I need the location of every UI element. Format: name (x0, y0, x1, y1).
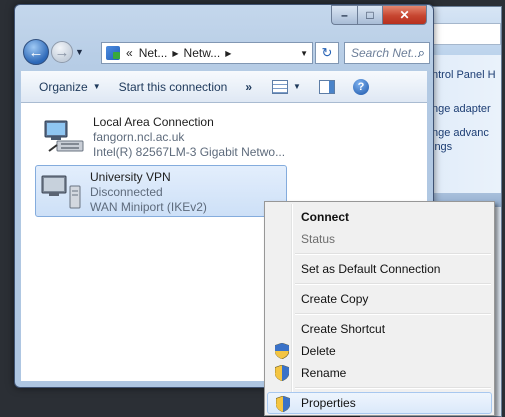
menu-item-label: Create Copy (301, 292, 369, 306)
maximize-button[interactable]: □ (357, 5, 383, 25)
minimize-button[interactable]: – (331, 5, 357, 25)
uac-shield-icon (275, 365, 289, 381)
minimize-icon: – (341, 8, 348, 22)
connection-name: Local Area Connection (93, 115, 214, 129)
change-view-button[interactable]: ▼ (272, 79, 301, 94)
breadcrumb-network-connections[interactable]: Netw... (184, 46, 221, 60)
menu-item-connect[interactable]: Connect (267, 206, 492, 228)
menu-item-label: Set as Default Connection (301, 262, 441, 276)
menu-item-label: Create Shortcut (301, 322, 386, 336)
start-connection-label: Start this connection (118, 79, 228, 94)
connection-name: University VPN (90, 170, 171, 184)
menu-item-delete[interactable]: Delete (267, 340, 492, 362)
list-item-university-vpn[interactable]: University VPN Disconnected WAN Miniport… (35, 165, 287, 217)
background-link-change-adapter[interactable]: nge adapter (432, 103, 491, 115)
breadcrumb-separator-icon[interactable]: ▶ (172, 49, 178, 58)
refresh-icon: ↻ (321, 45, 333, 60)
more-commands-label: » (245, 79, 253, 94)
connection-status: Disconnected (90, 185, 163, 199)
forward-button[interactable]: → (51, 41, 73, 63)
command-bar: Organize ▼ Start this connection » ▼ ? (21, 71, 427, 103)
context-menu: Connect Status Set as Default Connection… (264, 201, 495, 416)
vpn-connection-icon (41, 175, 81, 209)
menu-item-status: Status (267, 228, 492, 250)
address-bar[interactable]: « Net... ▶ Netw... ▶ ▼ (101, 42, 313, 64)
search-icon[interactable]: ⌕ (418, 45, 425, 61)
close-button[interactable]: ✕ (383, 5, 427, 25)
connection-device: WAN Miniport (IKEv2) (90, 200, 207, 214)
list-item-local-area-connection[interactable]: Local Area Connection fangorn.ncl.ac.uk … (39, 111, 297, 163)
menu-item-label: Status (301, 232, 336, 246)
uac-shield-icon (276, 396, 290, 412)
refresh-button[interactable]: ↻ (315, 42, 339, 64)
menu-item-label: Delete (301, 344, 336, 358)
connection-domain: fangorn.ncl.ac.uk (93, 130, 185, 144)
maximize-icon: □ (366, 8, 374, 22)
start-connection-button[interactable]: Start this connection (119, 80, 228, 94)
menu-separator (295, 283, 491, 285)
menu-item-label: Properties (301, 396, 356, 410)
preview-pane-icon[interactable] (318, 79, 335, 94)
help-icon[interactable]: ? (352, 78, 369, 95)
back-arrow-icon: ← (28, 43, 44, 61)
menu-item-set-default[interactable]: Set as Default Connection (267, 258, 492, 280)
menu-item-rename[interactable]: Rename (267, 362, 492, 384)
organize-menu-button[interactable]: Organize ▼ (39, 80, 101, 94)
navigation-buttons: ← → ▼ (23, 39, 84, 65)
menu-item-create-shortcut[interactable]: Create Shortcut (267, 318, 492, 340)
menu-item-properties[interactable]: Properties (267, 392, 492, 414)
connection-device: Intel(R) 82567LM-3 Gigabit Netwo... (93, 145, 286, 159)
menu-separator (295, 253, 491, 255)
more-commands-button[interactable]: » (245, 80, 252, 94)
menu-separator (295, 313, 491, 315)
background-link-settings[interactable]: ings (432, 141, 452, 153)
breadcrumb-separator-icon[interactable]: ▶ (225, 49, 231, 58)
background-link-change-advanced[interactable]: nge advanc (432, 127, 489, 139)
chevron-down-icon: ▼ (293, 82, 301, 91)
network-adapter-icon (44, 120, 84, 152)
menu-separator (295, 387, 491, 389)
menu-item-label: Connect (301, 210, 349, 224)
menu-item-create-copy[interactable]: Create Copy (267, 288, 492, 310)
views-icon (272, 79, 289, 94)
chevron-down-icon: ▼ (92, 82, 101, 91)
uac-shield-icon (275, 343, 289, 359)
search-input[interactable]: Search Net... ⌕ (344, 42, 430, 64)
back-button[interactable]: ← (23, 39, 49, 65)
recent-pages-dropdown-icon[interactable]: ▼ (75, 47, 84, 57)
background-search-box (431, 23, 501, 45)
breadcrumb-network[interactable]: Net... (139, 46, 168, 60)
address-overflow-chevron[interactable]: « (126, 46, 133, 60)
forward-arrow-icon: → (54, 43, 70, 61)
background-link-control-panel[interactable]: ntrol Panel H (432, 69, 496, 81)
address-dropdown-icon[interactable]: ▼ (300, 49, 308, 58)
control-panel-icon (106, 46, 120, 60)
close-icon: ✕ (399, 8, 410, 22)
caption-buttons: – □ ✕ (331, 5, 427, 25)
organize-label: Organize (39, 79, 88, 94)
menu-item-label: Rename (301, 366, 347, 380)
search-placeholder: Search Net... (351, 46, 422, 60)
